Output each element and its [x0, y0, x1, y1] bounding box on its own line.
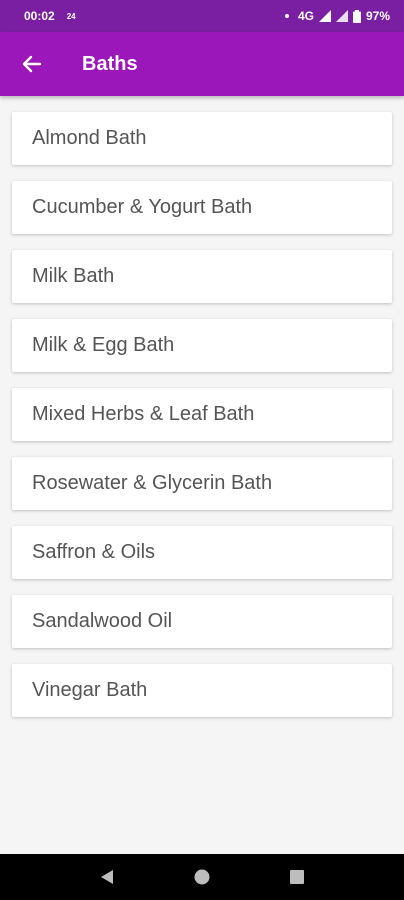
back-button[interactable] — [12, 44, 52, 84]
nav-home-circle-icon — [194, 869, 210, 885]
notification-dot-icon — [284, 14, 289, 18]
status-left: 00:02 24 — [24, 9, 76, 23]
status-right: 4G 97% — [284, 9, 390, 23]
status-bar: 00:02 24 4G 97% — [0, 0, 404, 32]
nav-back-button[interactable] — [87, 857, 127, 897]
nav-home-button[interactable] — [182, 857, 222, 897]
list-item-sandalwood-oil[interactable]: Sandalwood Oil — [12, 595, 392, 648]
list-item-milk-bath[interactable]: Milk Bath — [12, 250, 392, 303]
list-item-saffron-oils[interactable]: Saffron & Oils — [12, 526, 392, 579]
list-item-vinegar-bath[interactable]: Vinegar Bath — [12, 664, 392, 717]
list-item-almond-bath[interactable]: Almond Bath — [12, 112, 392, 165]
nav-back-triangle-icon — [101, 870, 114, 884]
list-item-rosewater-glycerin-bath[interactable]: Rosewater & Glycerin Bath — [12, 457, 392, 510]
status-time: 00:02 — [24, 9, 55, 23]
page-title: Baths — [82, 52, 138, 75]
nav-recents-square-icon — [289, 870, 304, 884]
nav-recents-button[interactable] — [277, 857, 317, 897]
baths-list: Almond Bath Cucumber & Yogurt Bath Milk … — [12, 112, 392, 733]
app-bar: Baths — [0, 32, 404, 96]
system-nav-bar — [0, 854, 404, 900]
signal-icon-2 — [335, 10, 348, 22]
battery-icon — [352, 9, 361, 23]
network-type: 4G — [297, 9, 314, 23]
arrow-back-icon — [22, 55, 42, 73]
signal-icon — [318, 10, 331, 22]
list-item-mixed-herbs-leaf-bath[interactable]: Mixed Herbs & Leaf Bath — [12, 388, 392, 441]
list-item-cucumber-yogurt-bath[interactable]: Cucumber & Yogurt Bath — [12, 181, 392, 234]
status-sub: 24 — [66, 11, 76, 21]
list-item-milk-egg-bath[interactable]: Milk & Egg Bath — [12, 319, 392, 372]
battery-level: 97% — [365, 9, 390, 23]
